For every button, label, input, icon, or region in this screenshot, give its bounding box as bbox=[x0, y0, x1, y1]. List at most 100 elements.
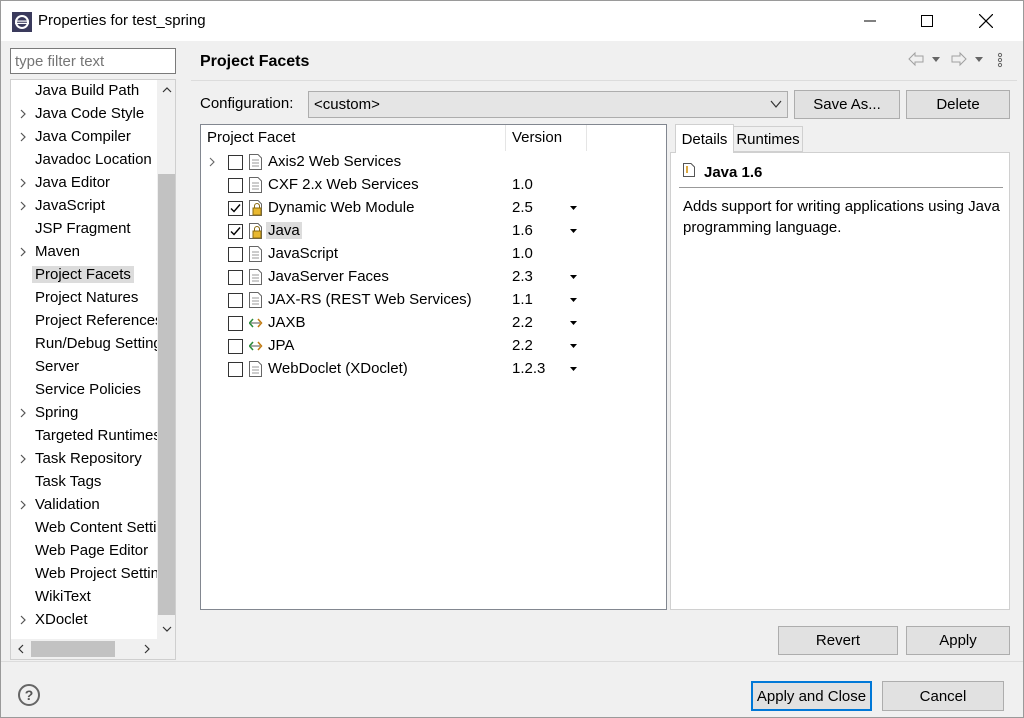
expand-arrow-icon[interactable] bbox=[18, 246, 28, 258]
scroll-left-button[interactable] bbox=[11, 639, 30, 659]
expand-arrow-icon[interactable] bbox=[18, 131, 28, 143]
facet-checkbox[interactable] bbox=[228, 201, 243, 216]
facet-version[interactable]: 1.0 bbox=[512, 245, 533, 262]
facet-version[interactable]: 1.0 bbox=[512, 176, 533, 193]
tree-item[interactable]: JavaScript bbox=[11, 195, 157, 218]
tree-item[interactable]: Task Tags bbox=[11, 471, 157, 494]
tree-item[interactable]: Service Policies bbox=[11, 379, 157, 402]
tree-item[interactable]: Targeted Runtimes bbox=[11, 425, 161, 448]
facet-checkbox[interactable] bbox=[228, 155, 243, 170]
scroll-up-button[interactable] bbox=[157, 80, 175, 100]
version-dropdown-icon[interactable] bbox=[570, 344, 577, 348]
facet-version[interactable]: 2.2 bbox=[512, 314, 533, 331]
expand-arrow-icon[interactable] bbox=[18, 614, 28, 626]
maximize-button[interactable] bbox=[904, 5, 950, 37]
tab-runtimes[interactable]: Runtimes bbox=[733, 126, 803, 152]
facet-version[interactable]: 2.3 bbox=[512, 268, 533, 285]
scroll-right-button[interactable] bbox=[137, 639, 156, 659]
tree-item[interactable]: Spring bbox=[11, 402, 157, 425]
facet-row[interactable]: JAX-RS (REST Web Services) 1.1 bbox=[201, 289, 666, 312]
column-header-version[interactable]: Version bbox=[512, 129, 562, 146]
minimize-button[interactable] bbox=[847, 5, 893, 37]
facet-checkbox[interactable] bbox=[228, 293, 243, 308]
expand-arrow-icon[interactable] bbox=[18, 108, 28, 120]
forward-menu-chevron-icon[interactable] bbox=[975, 57, 983, 62]
tree-item[interactable]: Web Page Editor bbox=[11, 540, 157, 563]
version-dropdown-icon[interactable] bbox=[570, 229, 577, 233]
facet-version[interactable]: 1.1 bbox=[512, 291, 533, 308]
facet-row[interactable]: JavaScript 1.0 bbox=[201, 243, 666, 266]
tree-item[interactable]: Web Content Settings bbox=[11, 517, 175, 540]
tab-details[interactable]: Details bbox=[675, 124, 734, 153]
configuration-combo[interactable]: <custom> bbox=[308, 91, 788, 118]
scroll-down-button[interactable] bbox=[157, 619, 175, 639]
expand-arrow-icon[interactable] bbox=[208, 157, 216, 167]
back-arrow-icon[interactable] bbox=[908, 51, 924, 67]
tree-item[interactable]: Validation bbox=[11, 494, 157, 517]
version-dropdown-icon[interactable] bbox=[570, 298, 577, 302]
tree-item[interactable]: Java Code Style bbox=[11, 103, 157, 126]
expand-arrow-icon[interactable] bbox=[18, 453, 28, 465]
tree-item[interactable]: Project References bbox=[11, 310, 163, 333]
tree-item-label: Javadoc Location bbox=[35, 151, 152, 168]
tree-item[interactable]: Project Natures bbox=[11, 287, 157, 310]
scroll-thumb[interactable] bbox=[158, 174, 175, 615]
tree-item[interactable]: Javadoc Location bbox=[11, 149, 157, 172]
expand-arrow-icon[interactable] bbox=[18, 177, 28, 189]
view-menu-icon[interactable] bbox=[997, 52, 1003, 68]
facet-version[interactable]: 1.6 bbox=[512, 222, 533, 239]
facet-checkbox[interactable] bbox=[228, 270, 243, 285]
version-dropdown-icon[interactable] bbox=[570, 275, 577, 279]
tree-item[interactable]: Task Repository bbox=[11, 448, 157, 471]
tree-item[interactable]: Java Editor bbox=[11, 172, 157, 195]
save-as-button[interactable]: Save As... bbox=[794, 90, 900, 119]
expand-arrow-icon[interactable] bbox=[18, 499, 28, 511]
horizontal-scroll-thumb[interactable] bbox=[31, 641, 115, 657]
facet-row[interactable]: CXF 2.x Web Services 1.0 bbox=[201, 174, 666, 197]
help-icon[interactable]: ? bbox=[18, 684, 40, 706]
close-button[interactable] bbox=[963, 5, 1009, 37]
apply-and-close-button[interactable]: Apply and Close bbox=[751, 681, 872, 711]
facet-checkbox[interactable] bbox=[228, 224, 243, 239]
facet-checkbox[interactable] bbox=[228, 247, 243, 262]
tree-item[interactable]: Java Build Path bbox=[11, 80, 157, 103]
tree-item[interactable]: Web Project Settings bbox=[11, 563, 175, 586]
revert-button[interactable]: Revert bbox=[778, 626, 898, 655]
facet-checkbox[interactable] bbox=[228, 339, 243, 354]
facet-row[interactable]: Axis2 Web Services bbox=[201, 151, 666, 174]
tree-vertical-scrollbar[interactable] bbox=[157, 80, 175, 639]
facet-row[interactable]: Java 1.6 bbox=[201, 220, 666, 243]
delete-button[interactable]: Delete bbox=[906, 90, 1010, 119]
facet-version[interactable]: 2.2 bbox=[512, 337, 533, 354]
expand-arrow-icon[interactable] bbox=[18, 200, 28, 212]
facet-version[interactable]: 2.5 bbox=[512, 199, 533, 216]
expand-arrow-icon[interactable] bbox=[18, 407, 28, 419]
facet-row[interactable]: JAXB 2.2 bbox=[201, 312, 666, 335]
tree-item[interactable]: Server bbox=[11, 356, 157, 379]
facet-row[interactable]: JPA 2.2 bbox=[201, 335, 666, 358]
tree-item[interactable]: Java Compiler bbox=[11, 126, 157, 149]
tree-item[interactable]: Maven bbox=[11, 241, 157, 264]
tree-item[interactable]: Run/Debug Settings bbox=[11, 333, 169, 356]
cancel-button[interactable]: Cancel bbox=[882, 681, 1004, 711]
facet-row[interactable]: Dynamic Web Module 2.5 bbox=[201, 197, 666, 220]
version-dropdown-icon[interactable] bbox=[570, 321, 577, 325]
tree-horizontal-scrollbar[interactable] bbox=[11, 639, 175, 659]
facet-version[interactable]: 1.2.3 bbox=[512, 360, 545, 377]
facet-row[interactable]: WebDoclet (XDoclet) 1.2.3 bbox=[201, 358, 666, 381]
facet-row[interactable]: JavaServer Faces 2.3 bbox=[201, 266, 666, 289]
tree-item[interactable]: JSP Fragment bbox=[11, 218, 157, 241]
forward-arrow-icon[interactable] bbox=[951, 51, 967, 67]
facet-checkbox[interactable] bbox=[228, 362, 243, 377]
facet-checkbox[interactable] bbox=[228, 316, 243, 331]
version-dropdown-icon[interactable] bbox=[570, 206, 577, 210]
back-menu-chevron-icon[interactable] bbox=[932, 57, 940, 62]
facet-checkbox[interactable] bbox=[228, 178, 243, 193]
tree-item[interactable]: WikiText bbox=[11, 586, 157, 609]
column-header-facet[interactable]: Project Facet bbox=[207, 129, 295, 146]
tree-item[interactable]: Project Facets bbox=[11, 264, 157, 287]
tree-item[interactable]: XDoclet bbox=[11, 609, 157, 632]
version-dropdown-icon[interactable] bbox=[570, 367, 577, 371]
filter-input[interactable] bbox=[10, 48, 176, 74]
apply-button[interactable]: Apply bbox=[906, 626, 1010, 655]
